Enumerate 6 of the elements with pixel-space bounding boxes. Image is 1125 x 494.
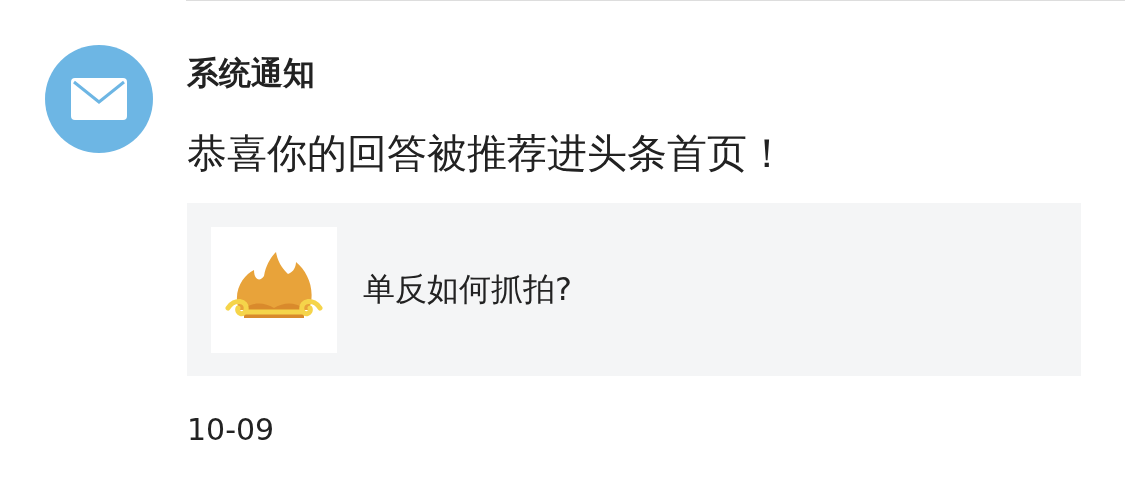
notification-message: 恭喜你的回答被推荐进头条首页！ [187, 129, 788, 178]
sender-name: 系统通知 [187, 53, 316, 94]
question-title: 单反如何抓拍? [363, 268, 572, 310]
notification-date: 10-09 [187, 411, 276, 449]
linked-question-card[interactable]: 单反如何抓拍? [187, 203, 1081, 376]
envelope-icon [70, 77, 128, 121]
